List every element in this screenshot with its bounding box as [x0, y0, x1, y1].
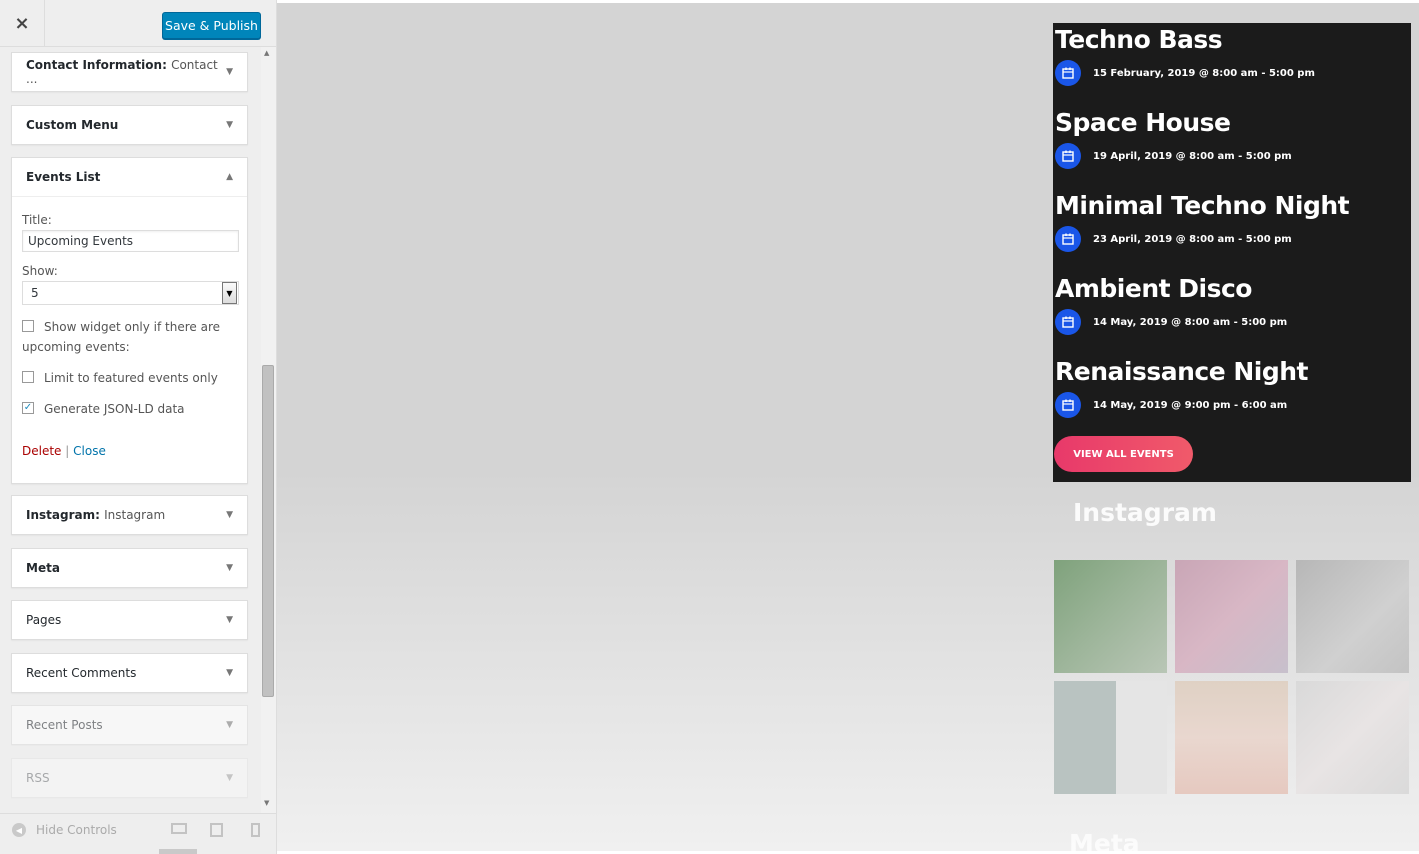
customizer-panel: × Save & Publish Contact Information: Co…	[0, 0, 277, 854]
section-recent-posts[interactable]: Recent Posts ▼	[11, 705, 248, 745]
show-label: Show:	[22, 264, 58, 278]
events-list-header[interactable]: Events List ▲	[12, 158, 247, 196]
section-label: RSS	[26, 771, 50, 785]
scroll-down-icon[interactable]: ▼	[264, 799, 269, 807]
section-label: Meta	[26, 561, 60, 575]
event-title[interactable]: Renaissance Night	[1055, 357, 1309, 386]
close-link[interactable]: Close	[73, 444, 106, 458]
instagram-heading: Instagram	[1073, 498, 1217, 527]
view-all-events-button[interactable]: VIEW ALL EVENTS	[1054, 436, 1193, 472]
scroll-up-icon[interactable]: ▲	[264, 49, 269, 57]
event-item[interactable]: Techno Bass 15 February, 2019 @ 8:00 am …	[1055, 25, 1315, 86]
collapse-icon: ◀	[12, 823, 26, 837]
expand-arrow-icon: ▼	[226, 720, 233, 730]
option-upcoming-only: Show widget only if there are upcoming e…	[22, 317, 237, 357]
section-recent-comments[interactable]: Recent Comments ▼	[11, 653, 248, 693]
instagram-photo[interactable]	[1296, 560, 1409, 673]
calendar-icon	[1055, 309, 1081, 335]
event-date: 14 May, 2019 @ 9:00 pm - 6:00 am	[1093, 399, 1288, 411]
event-date: 19 April, 2019 @ 8:00 am - 5:00 pm	[1093, 150, 1292, 162]
section-label: Instagram:	[26, 508, 100, 522]
close-customizer-button[interactable]: ×	[0, 0, 45, 47]
meta-heading: Meta	[1069, 829, 1140, 854]
event-item[interactable]: Space House 19 April, 2019 @ 8:00 am - 5…	[1055, 108, 1292, 169]
event-item[interactable]: Minimal Techno Night 23 April, 2019 @ 8:…	[1055, 191, 1350, 252]
option-featured-only: Limit to featured events only	[22, 368, 237, 388]
event-title[interactable]: Minimal Techno Night	[1055, 191, 1350, 220]
featured-only-checkbox[interactable]	[22, 371, 34, 383]
widget-sections: Contact Information: Contact ... ▼ Custom…	[0, 47, 262, 813]
title-input[interactable]: Upcoming Events	[22, 230, 239, 252]
event-date: 23 April, 2019 @ 8:00 am - 5:00 pm	[1093, 233, 1292, 245]
panel-footer: ◀ Hide Controls	[0, 813, 276, 854]
expand-arrow-icon: ▼	[226, 615, 233, 625]
panel-scrollbar[interactable]: ▲ ▼	[261, 47, 276, 813]
instagram-photo[interactable]	[1175, 560, 1288, 673]
hide-controls-label: Hide Controls	[36, 823, 117, 837]
save-publish-button[interactable]: Save & Publish	[162, 12, 261, 39]
collapse-arrow-icon: ▲	[226, 172, 233, 182]
dropdown-arrow-icon[interactable]: ▼	[222, 282, 237, 304]
panel-header: × Save & Publish	[0, 0, 276, 47]
event-title[interactable]: Ambient Disco	[1055, 274, 1287, 303]
expand-arrow-icon: ▼	[226, 668, 233, 678]
calendar-icon	[1055, 392, 1081, 418]
expand-arrow-icon: ▼	[226, 563, 233, 573]
upcoming-events-widget: Techno Bass 15 February, 2019 @ 8:00 am …	[1053, 23, 1411, 482]
section-events-list: Events List ▲ Title: Upcoming Events Show…	[11, 157, 248, 484]
section-sublabel: Instagram	[104, 508, 166, 522]
show-select-value: 5	[31, 286, 39, 300]
event-title[interactable]: Space House	[1055, 108, 1292, 137]
section-label: Pages	[26, 613, 62, 627]
event-date: 14 May, 2019 @ 8:00 am - 5:00 pm	[1093, 316, 1288, 328]
calendar-icon	[1055, 60, 1081, 86]
section-custom-menu[interactable]: Custom Menu ▼	[11, 105, 248, 145]
instagram-photo[interactable]	[1175, 681, 1288, 794]
expand-arrow-icon: ▼	[226, 67, 233, 77]
section-pages[interactable]: Pages ▼	[11, 600, 248, 640]
expand-arrow-icon: ▼	[226, 120, 233, 130]
section-label: Recent Posts	[26, 718, 103, 732]
events-list-form: Title: Upcoming Events Show: 5 ▼ Show wid…	[12, 196, 247, 468]
instagram-photo[interactable]	[1296, 681, 1409, 794]
show-select[interactable]: 5 ▼	[22, 281, 239, 305]
tablet-preview-icon[interactable]	[210, 823, 223, 837]
active-device-indicator	[159, 849, 197, 854]
expand-arrow-icon: ▼	[226, 510, 233, 520]
event-item[interactable]: Renaissance Night 14 May, 2019 @ 9:00 pm…	[1055, 357, 1309, 418]
instagram-photo[interactable]	[1054, 560, 1167, 673]
section-label: Custom Menu	[26, 118, 119, 132]
upcoming-only-label: Show widget only if there are upcoming e…	[22, 320, 221, 354]
json-ld-label: Generate JSON-LD data	[44, 402, 185, 416]
widget-actions: Delete | Close	[22, 444, 237, 458]
section-label: Recent Comments	[26, 666, 137, 680]
section-rss[interactable]: RSS ▼	[11, 758, 248, 798]
action-separator: |	[65, 444, 70, 458]
event-date: 15 February, 2019 @ 8:00 am - 5:00 pm	[1093, 67, 1315, 79]
featured-only-label: Limit to featured events only	[44, 371, 218, 385]
mobile-preview-icon[interactable]	[251, 823, 260, 837]
event-title[interactable]: Techno Bass	[1055, 25, 1315, 54]
expand-arrow-icon: ▼	[226, 773, 233, 783]
hide-controls-button[interactable]: ◀ Hide Controls	[12, 823, 117, 837]
option-json-ld: ✓ Generate JSON-LD data	[22, 399, 237, 419]
delete-link[interactable]: Delete	[22, 444, 61, 458]
calendar-icon	[1055, 143, 1081, 169]
desktop-preview-icon[interactable]	[171, 823, 187, 834]
section-label: Events List	[26, 170, 101, 184]
title-label: Title:	[22, 213, 52, 227]
scroll-thumb[interactable]	[262, 365, 274, 697]
calendar-icon	[1055, 226, 1081, 252]
section-meta[interactable]: Meta ▼	[11, 548, 248, 588]
section-contact-information[interactable]: Contact Information: Contact ... ▼	[11, 52, 248, 92]
section-instagram[interactable]: Instagram: Instagram ▼	[11, 495, 248, 535]
instagram-photo[interactable]	[1054, 681, 1167, 794]
json-ld-checkbox[interactable]: ✓	[22, 402, 34, 414]
site-preview: Techno Bass 15 February, 2019 @ 8:00 am …	[277, 3, 1419, 854]
close-icon: ×	[14, 13, 30, 34]
section-label: Contact Information:	[26, 58, 167, 72]
event-item[interactable]: Ambient Disco 14 May, 2019 @ 8:00 am - 5…	[1055, 274, 1287, 335]
